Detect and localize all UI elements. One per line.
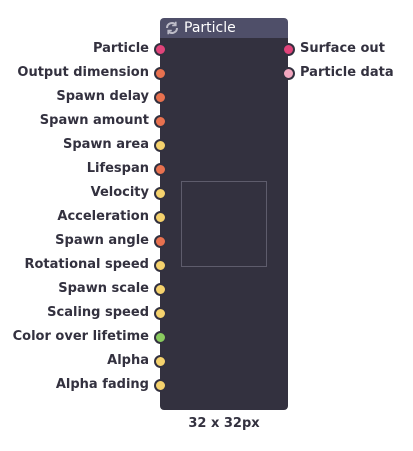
input-port[interactable]: [153, 354, 167, 368]
input-label: Output dimension: [17, 65, 149, 80]
output-port[interactable]: [281, 42, 295, 56]
input-port[interactable]: [153, 282, 167, 296]
particle-node-header[interactable]: Particle: [160, 18, 288, 38]
node-title: Particle: [184, 20, 236, 36]
input-port[interactable]: [153, 210, 167, 224]
input-label: Spawn angle: [55, 233, 149, 248]
output-label: Surface out: [300, 41, 385, 56]
input-port[interactable]: [153, 162, 167, 176]
input-port[interactable]: [153, 42, 167, 56]
input-port[interactable]: [153, 378, 167, 392]
input-label: Velocity: [90, 185, 149, 200]
input-label: Acceleration: [57, 209, 149, 224]
input-port[interactable]: [153, 234, 167, 248]
input-label: Scaling speed: [47, 305, 149, 320]
input-label: Spawn delay: [56, 89, 149, 104]
dimension-label: 32 x 32px: [188, 416, 260, 431]
input-port[interactable]: [153, 330, 167, 344]
input-label: Color over lifetime: [12, 329, 149, 344]
input-port[interactable]: [153, 114, 167, 128]
input-label: Alpha: [107, 353, 149, 368]
input-port[interactable]: [153, 66, 167, 80]
input-label: Lifespan: [86, 161, 149, 176]
input-label: Spawn scale: [58, 281, 149, 296]
input-port[interactable]: [153, 90, 167, 104]
input-label: Particle: [92, 41, 149, 56]
node-canvas: Particle Particle Output dimension Spawn d…: [0, 0, 413, 451]
input-port[interactable]: [153, 258, 167, 272]
output-label: Particle data: [300, 65, 394, 80]
output-port[interactable]: [281, 66, 295, 80]
input-label: Alpha fading: [55, 377, 149, 392]
input-label: Rotational speed: [24, 257, 149, 272]
input-port[interactable]: [153, 186, 167, 200]
input-label: Spawn amount: [39, 113, 149, 128]
input-label: Spawn area: [62, 137, 149, 152]
input-port[interactable]: [153, 306, 167, 320]
input-port[interactable]: [153, 138, 167, 152]
preview-area: [181, 181, 267, 267]
refresh-icon[interactable]: [164, 20, 180, 36]
